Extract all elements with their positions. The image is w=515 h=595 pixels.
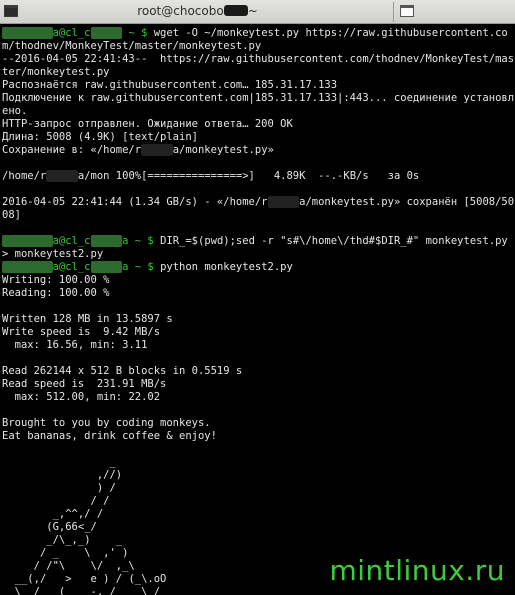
terminal-command-line: xxxxxxxxa@cl_cxxxxxa ~ $ python monkeyte… <box>2 261 293 273</box>
terminal-command-line: xxxxxxxxa@cl_cxxxxxa ~ $ DIR_=$(pwd);sed… <box>2 235 514 260</box>
watermark: mintlinux.ru <box>329 554 505 587</box>
terminal-tab-icon[interactable] <box>400 5 414 17</box>
terminal-output-line: Read speed is 231.91 MB/s <box>2 378 167 390</box>
redacted-username: xxxxx <box>141 144 173 156</box>
redacted-username: xxxxxxxx <box>2 27 53 39</box>
terminal-output-line: Распознаётся raw.githubusercontent.com… … <box>2 79 338 91</box>
redacted-username: xxxxx <box>267 196 300 208</box>
terminal-output-line: Сохранение в: «/home/rxxxxxa/monkeytest.… <box>2 144 274 156</box>
terminal-output-line: / / <box>2 495 110 507</box>
redacted-hostname: xxxxx <box>90 235 123 247</box>
prompt-host: a@cl_c <box>52 261 91 273</box>
terminal-output-line: max: 512.00, min: 22.02 <box>2 391 161 403</box>
terminal-output-line: --2016-04-05 22:41:43-- https://raw.gith… <box>2 53 515 78</box>
terminal-window[interactable]: xxxxxxxxa@cl_cxxxxx ~ $ wget -O ~/monkey… <box>0 24 515 595</box>
window-title-prefix: root@chocobo <box>137 4 224 18</box>
redacted-hostname <box>223 5 248 16</box>
terminal-output-line: max: 16.56, min: 3.11 <box>2 339 148 351</box>
redacted-hostname: xxxxx <box>90 27 123 39</box>
terminal-output-line: Brought to you by coding monkeys. <box>2 417 211 429</box>
terminal-command-line: xxxxxxxxa@cl_cxxxxx ~ $ wget -O ~/monkey… <box>2 27 508 52</box>
terminal-output-line: ,//) <box>2 469 123 481</box>
terminal-output-line: (G,66<_/ <box>2 521 97 533</box>
terminal-output-line: Подключение к raw.githubusercontent.com|… <box>2 92 515 117</box>
terminal-output-line: /home/rxxxxxa/mon 100%[===============>]… <box>2 170 420 182</box>
terminal-output-line: __(,/ > e ) / (_\.oO <box>2 573 167 585</box>
redacted-username: xxxxxxxx <box>2 261 53 273</box>
terminal-output-line: _,^^,/ / <box>2 508 104 520</box>
prompt-host: a@cl_c <box>52 235 91 247</box>
terminal-output-line: ) / <box>2 482 116 494</box>
titlebar-divider <box>393 2 394 22</box>
terminal-output-line: HTTP-запрос отправлен. Ожидание ответа… … <box>2 118 293 130</box>
prompt-path: a ~ $ <box>122 235 161 247</box>
prompt-host: a@cl_c <box>52 27 91 39</box>
terminal-output[interactable]: xxxxxxxxa@cl_cxxxxx ~ $ wget -O ~/monkey… <box>2 27 515 595</box>
terminal-output-line: / /"\ \/ ,_\ <box>2 560 135 572</box>
prompt-path: ~ $ <box>122 27 154 39</box>
window-title-suffix: ~ <box>247 4 258 18</box>
terminal-output-line: Read 262144 x 512 B blocks in 0.5519 s <box>2 365 243 377</box>
terminal-output-line: Длина: 5008 (4.9K) [text/plain] <box>2 131 198 143</box>
terminal-output-line: _ <box>2 456 116 468</box>
terminal-output-line: / _ \ ,' ) <box>2 547 129 559</box>
terminal-output-line: Eat bananas, drink coffee & enjoy! <box>2 430 217 442</box>
window-title: root@chocobo ~ <box>0 4 395 18</box>
terminal-output-line: Write speed is 9.42 MB/s <box>2 326 161 338</box>
redacted-username: xxxxxxxx <box>2 235 53 247</box>
terminal-output-line: Written 128 MB in 13.5897 s <box>2 313 173 325</box>
terminal-output-line: _/\_,_) _ <box>2 534 123 546</box>
command-text: python monkeytest2.py <box>160 261 293 273</box>
terminal-output-line: Writing: 100.00 % <box>2 274 110 286</box>
terminal-output-line: \_ / ( -,_/ \_/ <box>2 586 161 595</box>
redacted-username: xxxxx <box>46 170 78 182</box>
terminal-output-line: Reading: 100.00 % <box>2 287 110 299</box>
redacted-hostname: xxxxx <box>90 261 123 273</box>
terminal-output-line: 2016-04-05 22:41:44 (1.34 GB/s) - «/home… <box>2 196 515 221</box>
prompt-path: a ~ $ <box>122 261 161 273</box>
window-titlebar[interactable]: root@chocobo ~ <box>0 0 515 24</box>
